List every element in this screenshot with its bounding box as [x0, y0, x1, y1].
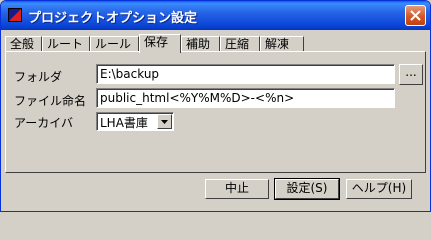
tab-compress[interactable]: 圧縮	[220, 36, 260, 52]
app-icon	[8, 8, 22, 22]
archiver-select[interactable]: LHA書庫	[96, 112, 174, 131]
tab-save[interactable]: 保存	[139, 34, 181, 53]
ok-button[interactable]: 設定(S)	[274, 178, 340, 200]
chevron-down-icon	[161, 120, 168, 124]
dialog-window: プロジェクトオプション設定 全般 ルート ルール 保存 補助 圧縮 解凍 フォル…	[0, 0, 431, 212]
tab-extract[interactable]: 解凍	[260, 36, 304, 52]
tab-assist[interactable]: 補助	[181, 36, 220, 52]
filename-label: ファイル命名	[14, 94, 87, 108]
folder-label: フォルダ	[14, 70, 63, 84]
tab-rule[interactable]: ルール	[90, 36, 139, 52]
archiver-label: アーカイバ	[14, 116, 74, 130]
window-title: プロジェクトオプション設定	[28, 11, 198, 26]
folder-input[interactable]: E:\backup	[96, 64, 395, 84]
dropdown-button[interactable]	[157, 114, 172, 129]
cancel-button[interactable]: 中止	[205, 179, 269, 199]
tab-general[interactable]: 全般	[5, 36, 42, 52]
archiver-value: LHA書庫	[100, 116, 148, 130]
browse-button[interactable]: ...	[399, 64, 423, 85]
tab-route[interactable]: ルート	[42, 36, 90, 52]
help-button[interactable]: ヘルプ(H)	[346, 179, 412, 199]
close-button[interactable]	[405, 5, 426, 26]
title-bar[interactable]: プロジェクトオプション設定	[1, 1, 430, 30]
close-icon	[410, 10, 421, 21]
filename-input[interactable]: public_html<%Y%M%D>-<%n>	[96, 88, 395, 108]
